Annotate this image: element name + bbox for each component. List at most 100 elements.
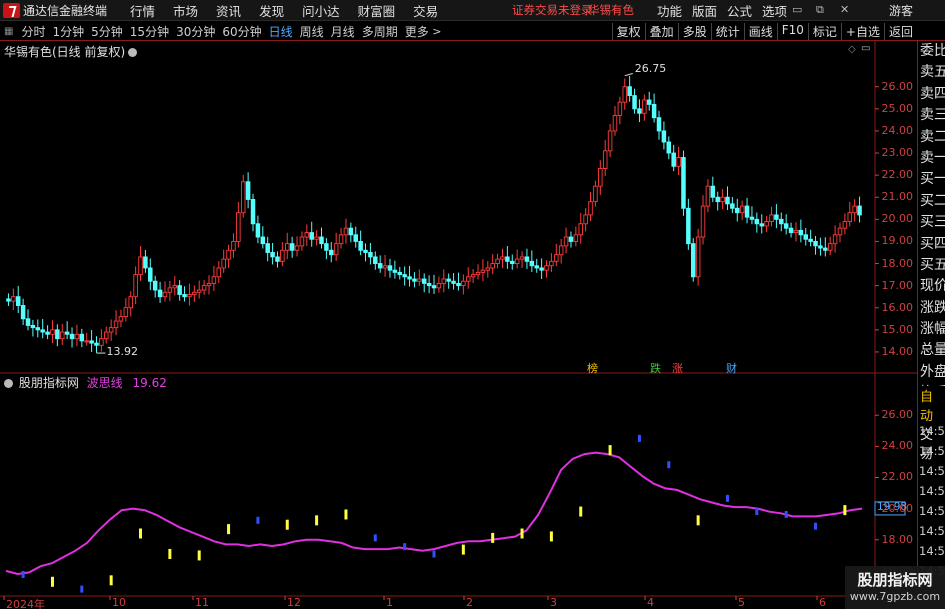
kline-chart[interactable] — [0, 0, 945, 609]
candle-down — [270, 252, 275, 258]
event-badge: 榜 — [587, 362, 598, 375]
candle-down — [143, 256, 148, 269]
candle-up — [519, 256, 525, 260]
quote-field[interactable]: 委比 — [918, 41, 945, 62]
quote-field[interactable]: 买四 — [918, 234, 945, 255]
quote-field[interactable]: 卖五 — [918, 62, 945, 83]
candle-up — [837, 227, 843, 236]
candle-up — [544, 265, 549, 271]
candle-up — [304, 232, 310, 238]
x-tick-label: 2024年 — [6, 598, 45, 609]
quote-field[interactable]: 卖一 — [918, 148, 945, 169]
signal-bar-down — [80, 585, 84, 593]
candle-up — [216, 267, 222, 278]
candle-down — [377, 263, 383, 269]
x-tick-label: 4 — [647, 596, 654, 609]
candle-up — [642, 99, 647, 114]
candle-down — [656, 117, 662, 132]
candle-down — [368, 252, 373, 258]
quote-field[interactable]: 买五 — [918, 255, 945, 276]
candle-up — [573, 234, 579, 242]
candle-down — [637, 108, 642, 114]
x-tick-label: 11 — [195, 596, 209, 609]
candle-up — [602, 150, 608, 169]
settings-dot-icon[interactable] — [128, 48, 138, 57]
signal-bar-up — [109, 575, 113, 586]
candle-down — [803, 234, 808, 240]
auto-trade[interactable]: 自动 — [918, 386, 945, 424]
signal-bar-down — [755, 508, 759, 516]
candle-down — [69, 333, 75, 340]
candle-up — [11, 296, 16, 302]
quote-field[interactable]: 卖二 — [918, 127, 945, 148]
candle-down — [632, 95, 637, 110]
candle-up — [676, 157, 681, 167]
y-tick-label: 19.00 — [881, 234, 914, 248]
candle-down — [813, 240, 818, 247]
candle-up — [167, 287, 173, 293]
candle-down — [157, 289, 163, 298]
candle-down — [431, 285, 437, 289]
signal-bar-up — [197, 550, 201, 561]
quote-field[interactable]: 卖三 — [918, 105, 945, 126]
tick-time: 14:56 — [919, 524, 945, 538]
candle-up — [563, 236, 569, 247]
diamond-icon[interactable]: ◇ — [848, 44, 856, 55]
candle-up — [769, 214, 774, 223]
candle-up — [236, 212, 241, 242]
candle-up — [108, 327, 114, 333]
collapse-icon[interactable]: ▭ — [861, 43, 870, 54]
quote-field[interactable]: 外盘 — [918, 362, 945, 383]
candle-down — [568, 236, 574, 242]
indicator-dot-icon[interactable] — [4, 379, 13, 388]
signal-bar-up — [696, 515, 700, 526]
quote-field[interactable]: 买三 — [918, 212, 945, 233]
quote-field[interactable]: 涨幅 — [918, 319, 945, 340]
y-tick-label: 26.00 — [881, 79, 914, 93]
candle-down — [363, 249, 368, 253]
candle-up — [333, 243, 339, 256]
candle-down — [329, 249, 334, 256]
quote-field[interactable]: 总量 — [918, 340, 945, 361]
candle-down — [749, 216, 755, 220]
signal-bar-down — [667, 461, 671, 469]
candle-down — [779, 218, 784, 225]
candle-up — [99, 338, 104, 346]
y-tick-label: 20.00 — [881, 212, 914, 226]
quote-field[interactable]: 涨跌 — [918, 298, 945, 319]
quote-field[interactable]: 卖四 — [918, 84, 945, 105]
candle-up — [593, 185, 598, 203]
quote-field[interactable]: 买二 — [918, 191, 945, 212]
candle-down — [730, 203, 735, 209]
candle-up — [206, 282, 212, 287]
candle-up — [240, 181, 246, 214]
indicator-tick-label: 22.00 — [881, 470, 914, 484]
candle-down — [744, 205, 750, 218]
indicator-title: 股朋指标网 波思线 19.62 — [4, 374, 167, 391]
candle-down — [245, 181, 251, 200]
candle-down — [407, 276, 412, 280]
candle-down — [735, 207, 740, 214]
candle-down — [6, 298, 11, 302]
tick-time: 14:56 — [919, 484, 945, 498]
candle-up — [314, 236, 319, 240]
candle-down — [55, 329, 60, 340]
candle-up — [465, 276, 471, 282]
candle-down — [412, 278, 417, 282]
candle-up — [793, 229, 799, 234]
candle-down — [387, 265, 393, 271]
candle-up — [583, 214, 588, 225]
quote-field[interactable]: 买一 — [918, 169, 945, 190]
candle-up — [598, 168, 603, 187]
candle-down — [40, 329, 45, 333]
candle-down — [25, 318, 31, 326]
watermark: 股朋指标网 www.7gpzb.com — [845, 566, 945, 609]
indicator-line-name: 波思线 — [86, 376, 123, 390]
candle-up — [827, 243, 833, 251]
quote-field[interactable]: 现价 — [918, 276, 945, 297]
candle-down — [421, 278, 427, 284]
candle-up — [299, 236, 305, 247]
signal-bar-up — [315, 515, 319, 526]
candle-down — [823, 247, 828, 251]
candle-down — [392, 269, 398, 273]
